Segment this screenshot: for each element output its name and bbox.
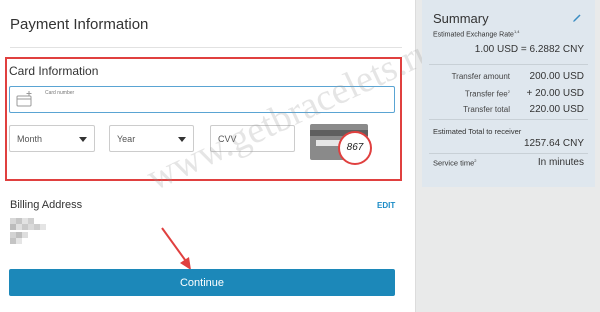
payment-panel: Payment Information Card Information Car… (0, 0, 416, 312)
fee-footnote: 2 (507, 89, 510, 94)
divider (429, 64, 588, 65)
transfer-fee-text: Transfer fee (464, 89, 508, 99)
card-number-field[interactable]: Card number (9, 86, 395, 113)
red-arrow-icon (161, 227, 191, 270)
service-time-value: In minutes (537, 157, 584, 168)
transfer-total-label: Transfer total (463, 105, 510, 114)
card-section-title: Card Information (9, 64, 99, 78)
chevron-down-icon (79, 137, 87, 142)
rate-label: Estimated Exchange Rate1,4 (433, 29, 520, 38)
page-title: Payment Information (10, 16, 149, 33)
cvv-field[interactable]: CVV (210, 125, 295, 152)
month-label: Month (17, 134, 43, 144)
transfer-total-value: 220.00 USD (529, 104, 584, 115)
transfer-amount-label: Transfer amount (451, 72, 510, 81)
summary-title: Summary (433, 11, 489, 26)
year-label: Year (117, 134, 136, 144)
total-receiver-value: 1257.64 CNY (523, 138, 584, 149)
service-time-label: Service time2 (433, 158, 477, 168)
service-time-text: Service time (433, 158, 475, 168)
billing-address-label: Billing Address (10, 199, 83, 211)
month-select[interactable]: Month (9, 125, 95, 152)
rate-value: 1.00 USD = 6.2882 CNY (474, 44, 584, 55)
address-redacted (10, 218, 46, 244)
cvv-placeholder: CVV (218, 134, 237, 144)
divider (429, 119, 588, 120)
chevron-down-icon (178, 137, 186, 142)
continue-button[interactable]: Continue (9, 269, 395, 296)
divider (429, 153, 588, 154)
total-receiver-label: Estimated Total to receiver (433, 127, 522, 136)
divider (10, 47, 402, 48)
rate-label-text: Estimated Exchange Rate (433, 31, 514, 39)
rate-footnote: 1,4 (513, 29, 520, 34)
card-icon (16, 91, 32, 107)
summary-panel: Summary Estimated Exchange Rate1,4 1.00 … (422, 0, 595, 187)
pencil-icon[interactable] (572, 13, 582, 23)
transfer-fee-value: + 20.00 USD (526, 88, 584, 99)
card-number-label: Card number (45, 90, 75, 96)
edit-link[interactable]: EDIT (377, 201, 395, 210)
cvv-example-badge: 867 (338, 131, 372, 165)
service-footnote: 2 (474, 158, 477, 163)
year-select[interactable]: Year (109, 125, 194, 152)
transfer-fee-label: Transfer fee2 (432, 89, 510, 99)
transfer-amount-value: 200.00 USD (529, 71, 584, 82)
